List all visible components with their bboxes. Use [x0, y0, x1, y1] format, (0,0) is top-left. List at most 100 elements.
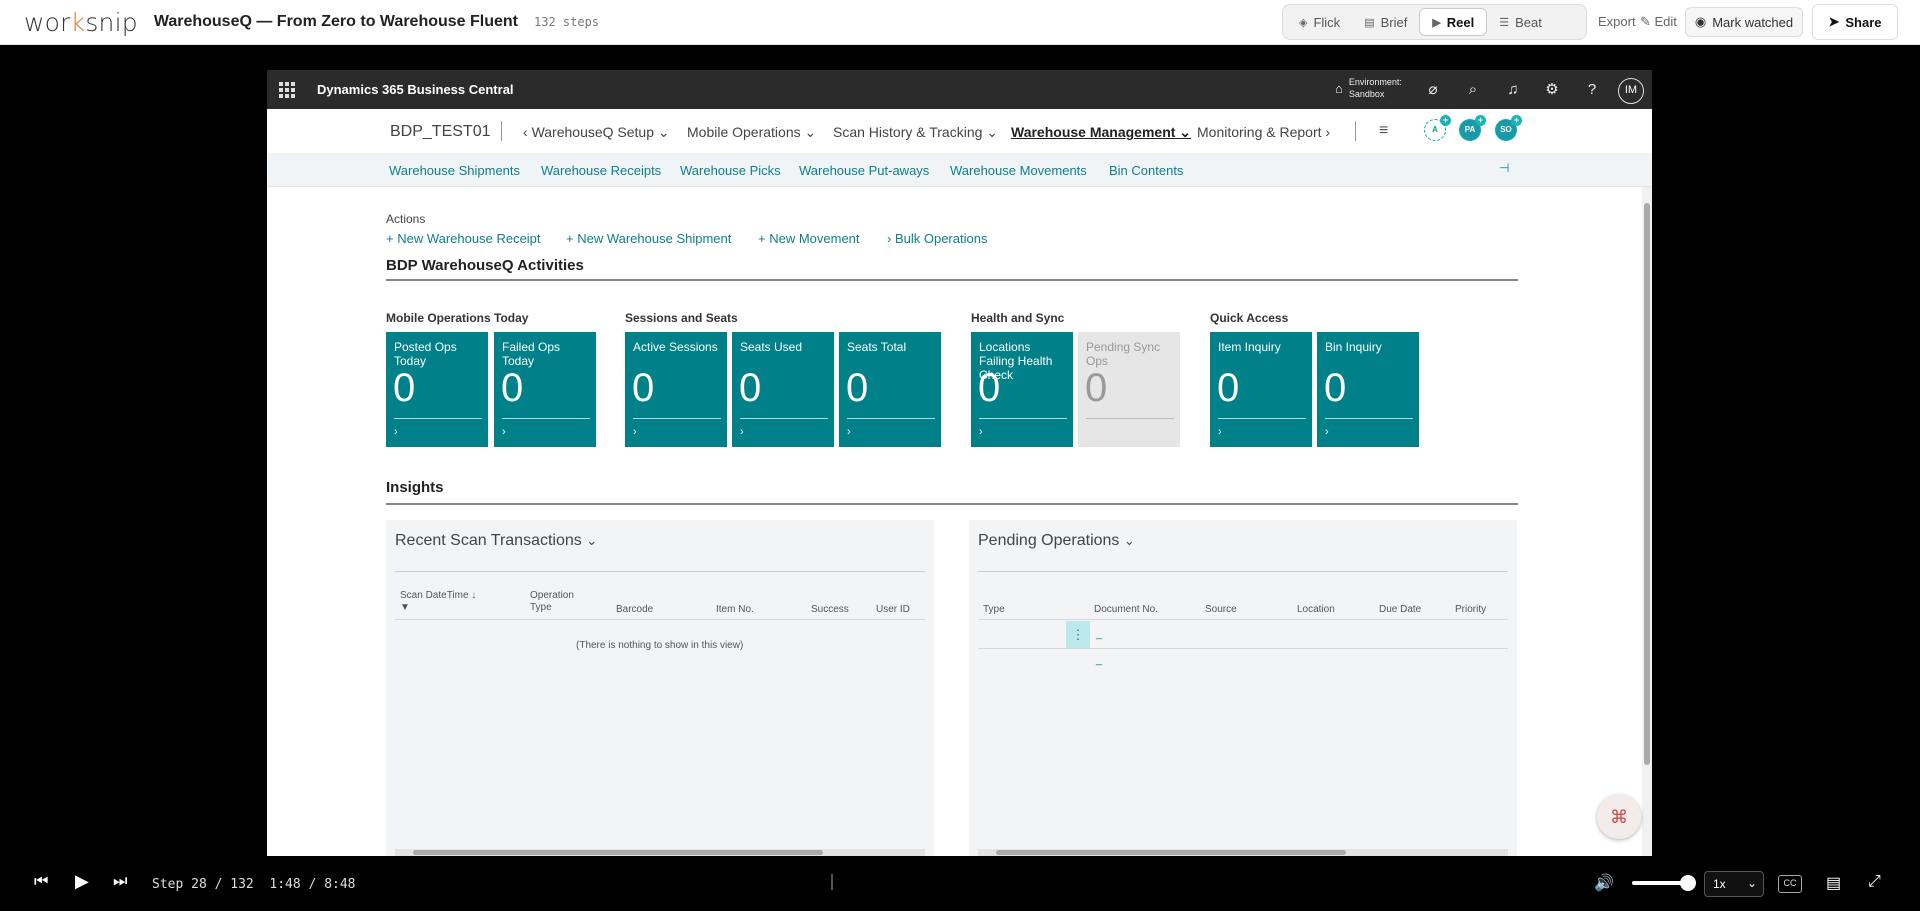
- mode-reel[interactable]: ▶ Reel: [1419, 8, 1488, 36]
- tile-failed-ops-today[interactable]: Failed Ops Today 0 ›: [494, 332, 596, 447]
- nav-scan-history[interactable]: Scan History & Tracking ⌄: [833, 124, 998, 141]
- sub-link-warehouse-movements[interactable]: Warehouse Movements: [950, 163, 1087, 178]
- app-launcher-icon[interactable]: [279, 81, 295, 98]
- user-avatar[interactable]: IM: [1618, 78, 1644, 104]
- column-location[interactable]: Location: [1297, 604, 1335, 616]
- mark-watched-button[interactable]: ◉ Mark watched: [1685, 7, 1803, 37]
- nav-warehouseq-setup[interactable]: ‹ WarehouseQ Setup ⌄: [523, 124, 670, 141]
- fullscreen-icon[interactable]: ⤢: [1868, 873, 1881, 891]
- sub-link-warehouse-picks[interactable]: Warehouse Picks: [680, 163, 781, 178]
- chevron-right-icon: ›: [887, 231, 895, 246]
- captions-button[interactable]: CC: [1778, 875, 1802, 893]
- nav-mobile-operations[interactable]: Mobile Operations ⌄: [687, 124, 816, 141]
- plus-icon: +: [566, 231, 578, 246]
- search-icon[interactable]: ⌕: [1463, 80, 1483, 100]
- tile-pending-sync-ops[interactable]: Pending Sync Ops 0: [1078, 332, 1180, 447]
- column-barcode[interactable]: Barcode: [616, 604, 653, 616]
- column-type[interactable]: Type: [983, 604, 1005, 616]
- environment-label: Environment:: [1348, 77, 1402, 87]
- recent-scan-transactions-title[interactable]: Recent Scan Transactions ⌄: [395, 532, 597, 550]
- tile-seats-used[interactable]: Seats Used 0 ›: [732, 332, 834, 447]
- group-health-sync: Health and Sync: [971, 311, 1065, 325]
- tile-active-sessions[interactable]: Active Sessions 0 ›: [625, 332, 727, 447]
- worksnip-logo[interactable]: worksnip: [24, 8, 138, 37]
- gear-icon[interactable]: ⚙: [1542, 80, 1562, 100]
- next-step-icon[interactable]: ⏭: [113, 873, 127, 891]
- copilot-icon[interactable]: ⌀: [1423, 80, 1443, 100]
- actions-label: Actions: [386, 212, 426, 226]
- company-name[interactable]: BDP_TEST01: [390, 123, 490, 141]
- edit-link[interactable]: ✎ Edit: [1640, 14, 1677, 30]
- nav-monitoring-report[interactable]: Monitoring & Report ›: [1197, 124, 1330, 140]
- pending-operations-title[interactable]: Pending Operations ⌄: [978, 532, 1135, 550]
- tile-seats-total[interactable]: Seats Total 0 ›: [839, 332, 941, 447]
- column-scan-datetime[interactable]: Scan DateTime ↓ ▼: [400, 590, 476, 614]
- chevron-right-icon: ›: [1325, 124, 1331, 140]
- group-mobile-operations: Mobile Operations Today: [386, 311, 529, 325]
- menu-icon[interactable]: ≡: [1379, 122, 1388, 140]
- column-success[interactable]: Success: [811, 604, 849, 616]
- playback-time: 1:48 / 8:48: [269, 877, 356, 892]
- help-icon[interactable]: ?: [1582, 80, 1602, 100]
- chevron-down-icon: ⌄: [1123, 533, 1135, 548]
- tile-item-inquiry[interactable]: Item Inquiry 0 ›: [1210, 332, 1312, 447]
- play-icon[interactable]: ▶: [75, 871, 89, 892]
- row-actions-icon[interactable]: ⋮: [1066, 621, 1090, 649]
- sub-link-warehouse-shipments[interactable]: Warehouse Shipments: [389, 163, 520, 178]
- column-item-no[interactable]: Item No.: [716, 604, 754, 616]
- bulk-operations-action[interactable]: › Bulk Operations: [887, 231, 987, 246]
- sub-navigation: Warehouse Shipments Warehouse Receipts W…: [267, 153, 1652, 187]
- chevron-right-icon: ›: [979, 426, 983, 438]
- chevron-right-icon: ›: [633, 426, 637, 438]
- copilot-chat-icon[interactable]: ⌘: [1597, 795, 1641, 839]
- presence-avatar[interactable]: PA +: [1459, 115, 1486, 141]
- previous-step-icon[interactable]: ⏮: [34, 873, 48, 891]
- column-document-no[interactable]: Document No.: [1094, 604, 1158, 616]
- mode-brief[interactable]: ▤ Brief: [1352, 8, 1419, 36]
- column-user-id[interactable]: User ID: [876, 604, 910, 616]
- chevron-right-icon: ›: [740, 426, 744, 438]
- recent-scan-transactions-panel: Recent Scan Transactions ⌄ Scan DateTime…: [386, 520, 934, 856]
- environment-indicator[interactable]: ⌂ Environment: Sandbox: [1335, 76, 1402, 100]
- chevron-right-icon: ›: [1218, 426, 1222, 438]
- tile-bin-inquiry[interactable]: Bin Inquiry 0 ›: [1317, 332, 1419, 447]
- column-priority[interactable]: Priority: [1455, 604, 1486, 616]
- column-due-date[interactable]: Due Date: [1379, 604, 1421, 616]
- horizontal-scrollbar[interactable]: [395, 849, 925, 856]
- volume-icon[interactable]: 🔊: [1594, 873, 1614, 893]
- chevron-right-icon: ›: [502, 426, 506, 438]
- mode-beat[interactable]: ☰ Beat: [1487, 8, 1554, 36]
- sub-link-warehouse-putaways[interactable]: Warehouse Put-aways: [799, 163, 929, 178]
- export-link[interactable]: Export: [1598, 14, 1636, 29]
- bell-icon[interactable]: ♫: [1503, 80, 1523, 100]
- mode-flick[interactable]: ◈ Flick: [1287, 8, 1352, 36]
- play-circle-icon: ▶: [1432, 16, 1441, 29]
- new-warehouse-receipt-action[interactable]: + New Warehouse Receipt: [386, 231, 541, 246]
- presence-avatar[interactable]: SO +: [1495, 115, 1522, 141]
- column-operation-type[interactable]: Operation Type: [530, 590, 590, 614]
- share-button[interactable]: ➤ Share: [1812, 4, 1898, 40]
- volume-slider-handle[interactable]: [1680, 875, 1696, 891]
- bc-product-title: Dynamics 365 Business Central: [317, 82, 514, 97]
- table-row[interactable]: _: [1096, 628, 1102, 640]
- sub-link-warehouse-receipts[interactable]: Warehouse Receipts: [541, 163, 661, 178]
- vertical-scrollbar[interactable]: [1642, 187, 1652, 856]
- new-movement-action[interactable]: + New Movement: [758, 231, 860, 246]
- chevron-down-icon: ⌄: [986, 124, 999, 140]
- new-warehouse-shipment-action[interactable]: + New Warehouse Shipment: [566, 231, 731, 246]
- tile-posted-ops-today[interactable]: Posted Ops Today 0 ›: [386, 332, 488, 447]
- progress-marker[interactable]: [831, 874, 833, 890]
- tile-locations-failing-health[interactable]: Locations Failing Health Check 0 ›: [971, 332, 1073, 447]
- bc-header: Dynamics 365 Business Central ⌂ Environm…: [267, 70, 1652, 109]
- sub-link-bin-contents[interactable]: Bin Contents: [1109, 163, 1183, 178]
- playback-speed-select[interactable]: 1x ⌄: [1704, 871, 1764, 897]
- horizontal-scrollbar[interactable]: [978, 849, 1508, 856]
- presence-avatar[interactable]: A +: [1424, 115, 1451, 141]
- column-source[interactable]: Source: [1205, 604, 1237, 616]
- chevron-right-icon: ›: [847, 426, 851, 438]
- transcript-icon[interactable]: ▤: [1826, 873, 1841, 893]
- pin-icon[interactable]: ⊣: [1499, 161, 1509, 175]
- nav-warehouse-management[interactable]: Warehouse Management ⌄: [1011, 124, 1191, 141]
- table-row[interactable]: _: [1096, 654, 1102, 666]
- role-center-content: Actions + New Warehouse Receipt + New Wa…: [267, 187, 1652, 856]
